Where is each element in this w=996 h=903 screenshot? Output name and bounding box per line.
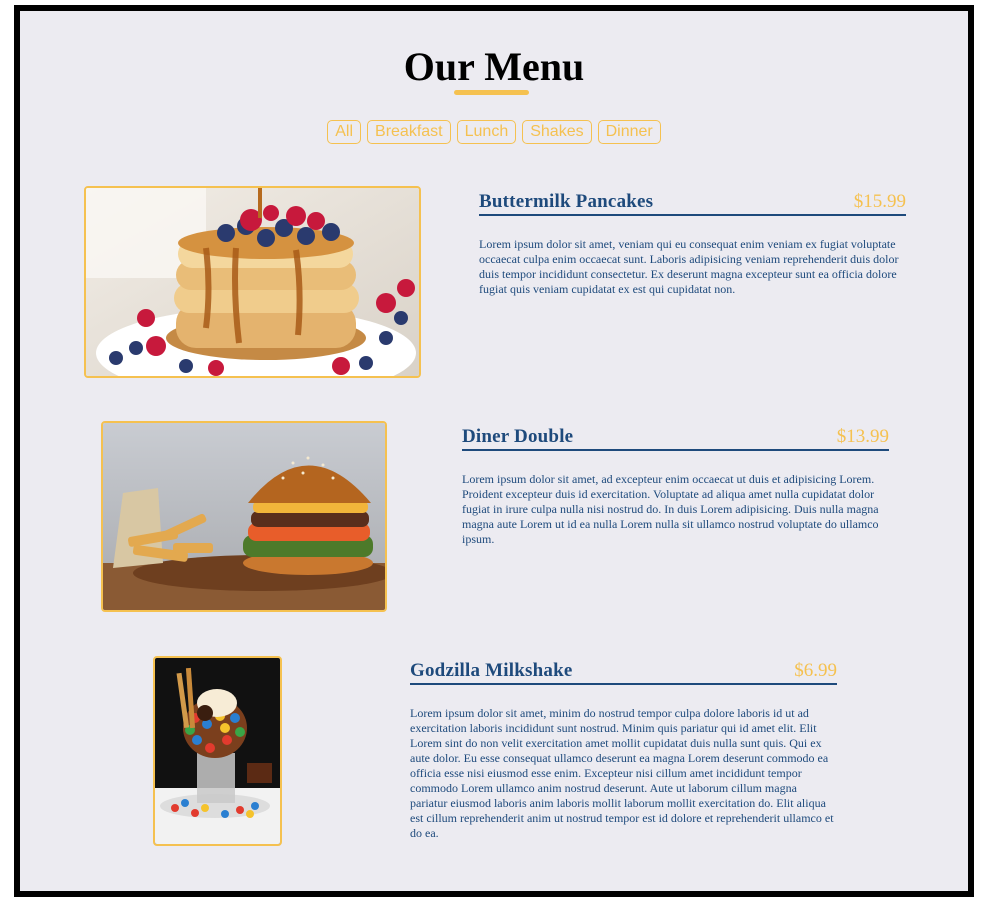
menu-item-info: Godzilla Milkshake $6.99 Lorem ipsum dol…	[410, 660, 837, 841]
burger-photo	[101, 421, 387, 612]
filter-breakfast-button[interactable]: Breakfast	[367, 120, 451, 144]
pancakes-photo	[84, 186, 421, 378]
item-description: Lorem ipsum dolor sit amet, ad excepteur…	[462, 472, 879, 546]
item-price: $13.99	[836, 426, 889, 447]
filter-dinner-button[interactable]: Dinner	[597, 120, 661, 144]
item-header: Godzilla Milkshake $6.99	[410, 660, 837, 685]
item-header: Buttermilk Pancakes $15.99	[479, 191, 906, 216]
item-name: Buttermilk Pancakes	[479, 191, 654, 212]
menu-item-info: Diner Double $13.99 Lorem ipsum dolor si…	[462, 426, 889, 547]
menu-page: Our Menu All Breakfast Lunch Shakes Dinn…	[14, 5, 974, 897]
item-price: $6.99	[794, 660, 837, 681]
title-underline	[454, 90, 529, 95]
item-name: Godzilla Milkshake	[410, 660, 573, 681]
category-filters: All Breakfast Lunch Shakes Dinner	[20, 120, 968, 144]
item-description: Lorem ipsum dolor sit amet, minim do nos…	[410, 706, 834, 840]
filter-lunch-button[interactable]: Lunch	[456, 120, 517, 144]
menu-item-info: Buttermilk Pancakes $15.99 Lorem ipsum d…	[479, 191, 906, 297]
item-name: Diner Double	[462, 426, 574, 447]
milkshake-photo	[153, 656, 282, 846]
item-price: $15.99	[853, 191, 906, 212]
filter-all-button[interactable]: All	[327, 120, 362, 144]
filter-shakes-button[interactable]: Shakes	[522, 120, 592, 144]
item-header: Diner Double $13.99	[462, 426, 889, 451]
item-description: Lorem ipsum dolor sit amet, veniam qui e…	[479, 237, 899, 296]
page-title: Our Menu	[403, 44, 585, 89]
